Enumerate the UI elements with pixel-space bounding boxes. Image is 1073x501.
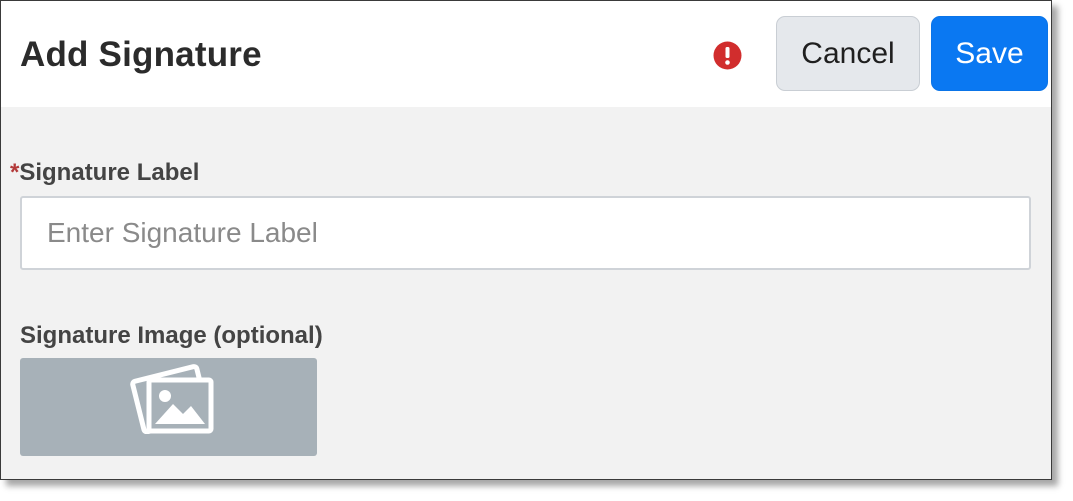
signature-image-heading: Signature Image (optional) [20,322,323,349]
dialog-title: Add Signature [20,35,262,74]
exclamation-circle-icon[interactable] [713,41,742,70]
signature-label-input[interactable] [20,196,1031,270]
cancel-button[interactable]: Cancel [776,16,920,91]
image-icon [130,364,214,434]
save-button[interactable]: Save [931,16,1048,91]
required-marker: * [10,159,20,186]
signature-image-upload[interactable] [20,358,317,456]
signature-label-text: Signature Label [19,159,200,186]
add-signature-dialog: Add Signature Cancel Save *Signature Lab… [0,0,1052,480]
signature-label-heading: *Signature Label [10,159,199,187]
dialog-header: Add Signature Cancel Save [1,1,1051,107]
